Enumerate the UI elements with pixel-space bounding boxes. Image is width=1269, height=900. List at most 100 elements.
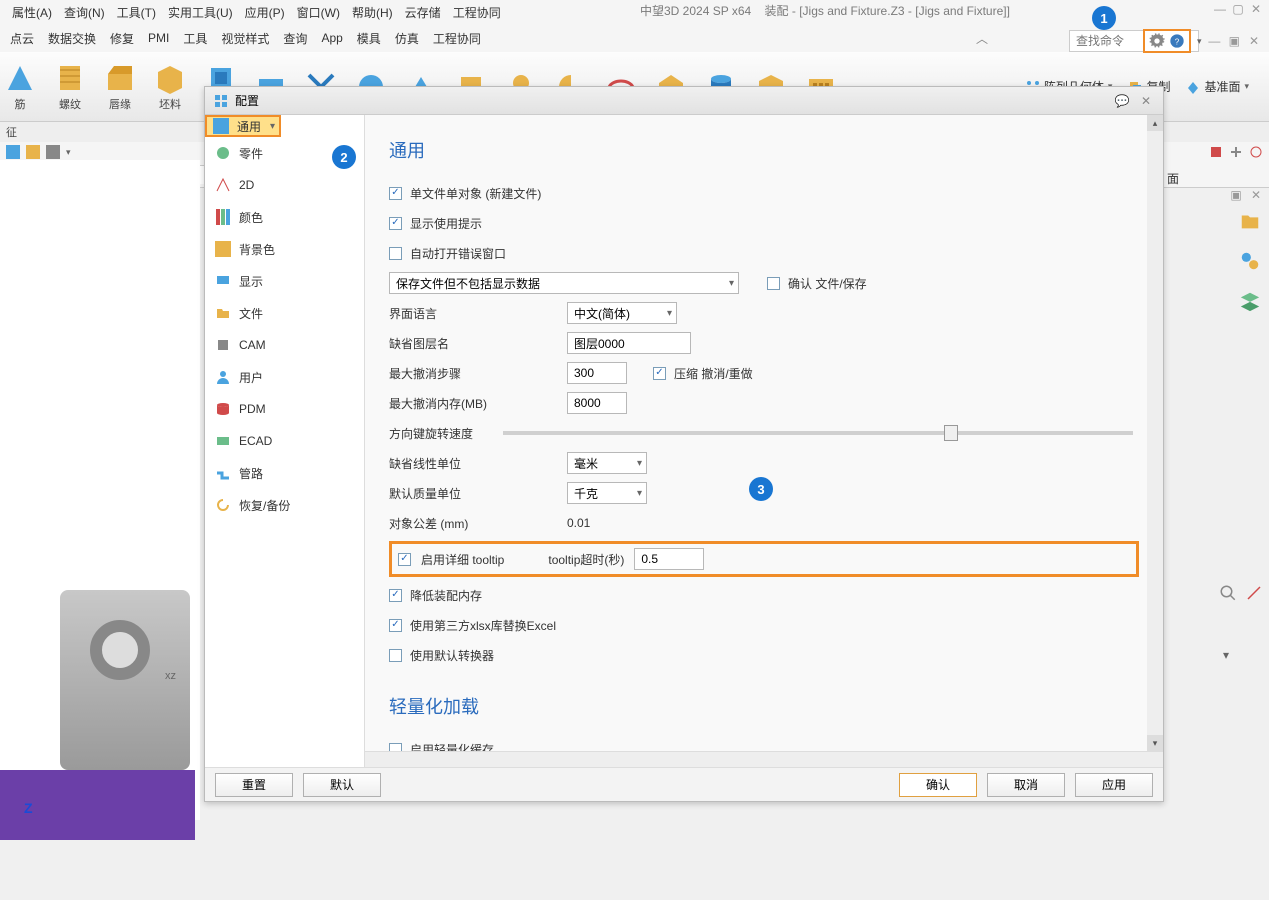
checkbox[interactable] <box>389 187 402 200</box>
ribbon-tab[interactable]: 修复 <box>110 30 134 47</box>
search-icon[interactable] <box>1219 584 1237 602</box>
undo-steps-input[interactable] <box>567 362 627 384</box>
small-icon[interactable] <box>1249 145 1263 159</box>
ribbon-tab[interactable]: PMI <box>148 31 169 45</box>
checkbox[interactable] <box>389 589 402 602</box>
menu-item[interactable]: 工具(T) <box>113 2 160 23</box>
ribbon-tab[interactable]: 工具 <box>183 30 207 47</box>
category-file[interactable]: 文件 <box>205 297 364 329</box>
checkbox[interactable] <box>653 367 666 380</box>
ribbon-tab[interactable]: 模具 <box>357 30 381 47</box>
scroll-up-icon[interactable]: ▴ <box>1147 115 1163 131</box>
small-icon[interactable] <box>46 145 60 159</box>
category-cam[interactable]: CAM <box>205 329 364 361</box>
close-icon[interactable]: ✕ <box>1249 2 1263 16</box>
category-user[interactable]: 用户 <box>205 361 364 393</box>
small-icon[interactable] <box>1229 145 1243 159</box>
wand-icon[interactable] <box>1245 584 1263 602</box>
stock-icon[interactable] <box>154 62 186 94</box>
menu-item[interactable]: 工程协同 <box>449 2 505 23</box>
enable-tooltip-checkbox[interactable] <box>398 553 411 566</box>
ribbon-tab[interactable]: 查询 <box>283 30 307 47</box>
tooltip-timeout-input[interactable] <box>634 548 704 570</box>
category-pdm[interactable]: PDM <box>205 393 364 425</box>
checkbox[interactable] <box>767 277 780 290</box>
tb-label: 螺纹 <box>59 96 81 112</box>
inner-restore-icon[interactable]: ▣ <box>1227 34 1241 48</box>
help-icon[interactable]: ? <box>1169 33 1185 49</box>
category-pipe[interactable]: 管路 <box>205 457 364 489</box>
panel-close-icon[interactable]: ✕ <box>1249 188 1263 202</box>
slider-thumb[interactable] <box>944 425 958 441</box>
restore-icon[interactable]: ▢ <box>1231 2 1245 16</box>
menu-item[interactable]: 帮助(H) <box>348 2 397 23</box>
config-icon <box>213 93 229 109</box>
small-icon[interactable] <box>6 145 20 159</box>
linear-unit-select[interactable]: 毫米 <box>567 452 647 474</box>
menu-item[interactable]: 云存储 <box>401 2 445 23</box>
checkbox[interactable] <box>389 649 402 662</box>
checkbox[interactable] <box>389 619 402 632</box>
ribbon-tab[interactable]: 仿真 <box>395 30 419 47</box>
reset-button[interactable]: 重置 <box>215 773 293 797</box>
feedback-icon[interactable]: 💬 <box>1113 92 1131 110</box>
horizontal-scrollbar[interactable] <box>365 751 1163 767</box>
category-backup[interactable]: 恢复/备份 <box>205 489 364 521</box>
scroll-down-icon[interactable]: ▾ <box>1147 735 1163 751</box>
ribbon-tab[interactable]: 工程协同 <box>433 30 481 47</box>
undo-memory-input[interactable] <box>567 392 627 414</box>
small-icon[interactable] <box>1209 145 1223 159</box>
panel-restore-icon[interactable]: ▣ <box>1229 188 1243 202</box>
ribbon-tab[interactable]: 点云 <box>10 30 34 47</box>
menu-item[interactable]: 实用工具(U) <box>164 2 237 23</box>
cancel-button[interactable]: 取消 <box>987 773 1065 797</box>
category-ecad[interactable]: ECAD <box>205 425 364 457</box>
small-icon[interactable] <box>26 145 40 159</box>
ok-button[interactable]: 确认 <box>899 773 977 797</box>
assembly-icon[interactable] <box>1239 250 1261 272</box>
menu-item[interactable]: 查询(N) <box>60 2 109 23</box>
scrollbar[interactable]: ▴ ▾ <box>1147 115 1163 751</box>
category-general[interactable]: 通用 <box>205 115 281 137</box>
category-2d[interactable]: 2D <box>205 169 364 201</box>
gear-icon[interactable] <box>1149 33 1165 49</box>
layer-icon[interactable] <box>1239 290 1261 312</box>
apply-button[interactable]: 应用 <box>1075 773 1153 797</box>
mass-unit-select[interactable]: 千克 <box>567 482 647 504</box>
default-button[interactable]: 默认 <box>303 773 381 797</box>
folder-icon[interactable] <box>1239 210 1261 232</box>
tb-label: 坯料 <box>159 96 181 112</box>
save-mode-select[interactable]: 保存文件但不包括显示数据 <box>389 272 739 294</box>
layer-name-input[interactable] <box>567 332 691 354</box>
language-select[interactable]: 中文(简体) <box>567 302 677 324</box>
menu-item[interactable]: 窗口(W) <box>293 2 344 23</box>
checkbox[interactable] <box>389 247 402 260</box>
ribbon-tab[interactable]: 数据交换 <box>48 30 96 47</box>
viewport[interactable] <box>0 160 200 820</box>
lip-icon[interactable] <box>104 62 136 94</box>
rotate-speed-slider[interactable] <box>503 431 1133 435</box>
collapse-icon[interactable]: ︿ <box>976 30 988 47</box>
caret-icon[interactable]: ▾ <box>1197 36 1202 47</box>
category-display[interactable]: 显示 <box>205 265 364 297</box>
inner-close-icon[interactable]: ✕ <box>1247 34 1261 48</box>
rib-icon[interactable] <box>4 62 36 94</box>
minimize-icon[interactable]: — <box>1213 2 1227 16</box>
caret-icon[interactable]: ▾ <box>1223 648 1229 662</box>
datum-button[interactable]: 基准面▾ <box>1186 78 1249 95</box>
inner-minimize-icon[interactable]: — <box>1208 34 1222 48</box>
thread-icon[interactable] <box>54 62 86 94</box>
category-bg[interactable]: 背景色 <box>205 233 364 265</box>
section-title: 轻量化加载 <box>389 693 1139 719</box>
model-preview <box>0 540 200 900</box>
menu-item[interactable]: 应用(P) <box>241 2 289 23</box>
checkbox[interactable] <box>389 743 402 752</box>
settings-panel[interactable]: ▴ ▾ 通用 单文件单对象 (新建文件) 显示使用提示 自动打开错误窗口 保存文… <box>365 115 1163 751</box>
menu-item[interactable]: 属性(A) <box>8 2 56 23</box>
ribbon-tab[interactable]: 视觉样式 <box>221 30 269 47</box>
ribbon-tab[interactable]: App <box>321 31 342 45</box>
checkbox[interactable] <box>389 217 402 230</box>
dialog-title: 配置 <box>235 92 259 109</box>
category-color[interactable]: 颜色 <box>205 201 364 233</box>
dialog-close-icon[interactable]: ✕ <box>1137 92 1155 110</box>
